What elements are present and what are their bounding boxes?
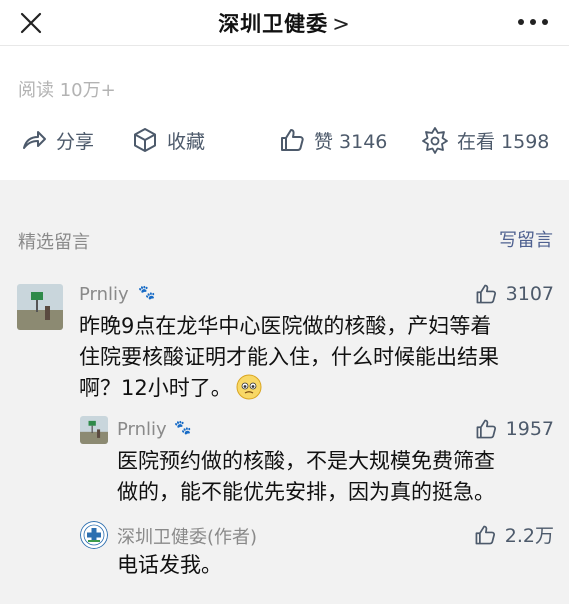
comment-line: 啊？12小时了。 — [79, 373, 499, 404]
reply-line: 医院预约做的核酸，不是大规模免费筛查 — [117, 449, 495, 473]
star-flower-icon — [422, 127, 448, 154]
account-title[interactable]: 深圳卫健委 > — [0, 8, 569, 38]
share-label: 分享 — [56, 130, 95, 153]
action-bar: 分享 收藏 赞 3146 在看 1598 — [0, 118, 569, 162]
more-icon[interactable] — [515, 10, 551, 34]
share-button[interactable]: 分享 — [20, 118, 94, 162]
author-reply-text: 电话发我。 — [117, 553, 222, 577]
watch-button[interactable]: 在看 1598 — [421, 118, 549, 162]
comment-line: 住院要核酸证明才能入住，什么时候能出结果 — [79, 345, 499, 369]
like-article-button[interactable]: 赞 3146 — [278, 118, 387, 162]
reply-author: Prnliy — [117, 419, 167, 440]
worried-face-emoji-icon — [236, 374, 262, 400]
author-reply-like-count: 2.2万 — [504, 525, 554, 547]
reply-line: 做的，能不能优先安排，因为真的挺急。 — [117, 480, 495, 504]
featured-comments-label: 精选留言 — [18, 232, 90, 253]
comment-line: 昨晚9点在龙华中心医院做的核酸，产妇等着 — [79, 314, 492, 338]
thumbs-up-icon — [476, 419, 496, 439]
comment-author: Prnliy — [79, 284, 129, 305]
collect-label: 收藏 — [167, 130, 206, 153]
avatar[interactable] — [80, 416, 108, 444]
collect-button[interactable]: 收藏 — [131, 118, 205, 162]
reply-like-button[interactable]: 1957 — [474, 417, 554, 441]
thumbs-up-icon — [476, 284, 496, 304]
comment-like-button[interactable]: 3107 — [474, 282, 554, 306]
reply-text: 医院预约做的核酸，不是大规模免费筛查 做的，能不能优先安排，因为真的挺急。 — [117, 446, 495, 508]
account-title-text: 深圳卫健委 — [218, 12, 329, 36]
write-comment-button[interactable]: 写留言 — [499, 226, 553, 252]
avatar[interactable] — [17, 284, 63, 330]
top-bar: 深圳卫健委 > — [0, 0, 569, 46]
thumbs-up-icon — [475, 525, 495, 544]
comment-like-count: 3107 — [505, 283, 554, 305]
box-icon — [134, 128, 156, 152]
comment-text: 昨晚9点在龙华中心医院做的核酸，产妇等着 住院要核酸证明才能入住，什么时候能出结… — [79, 311, 499, 404]
watch-label: 在看 1598 — [457, 130, 550, 153]
share-icon — [23, 131, 46, 149]
like-article-label: 赞 3146 — [314, 130, 388, 153]
author-avatar[interactable] — [80, 521, 108, 549]
author-name: 深圳卫健委(作者) — [117, 527, 258, 548]
paw-icon: 🐾 — [174, 420, 192, 436]
read-count: 阅读 10万+ — [18, 80, 116, 101]
chevron-right-icon: > — [332, 12, 351, 36]
author-reply-like-button[interactable]: 2.2万 — [473, 521, 554, 548]
thumbs-up-icon — [281, 129, 304, 151]
paw-icon: 🐾 — [138, 285, 156, 301]
reply-like-count: 1957 — [505, 418, 554, 440]
